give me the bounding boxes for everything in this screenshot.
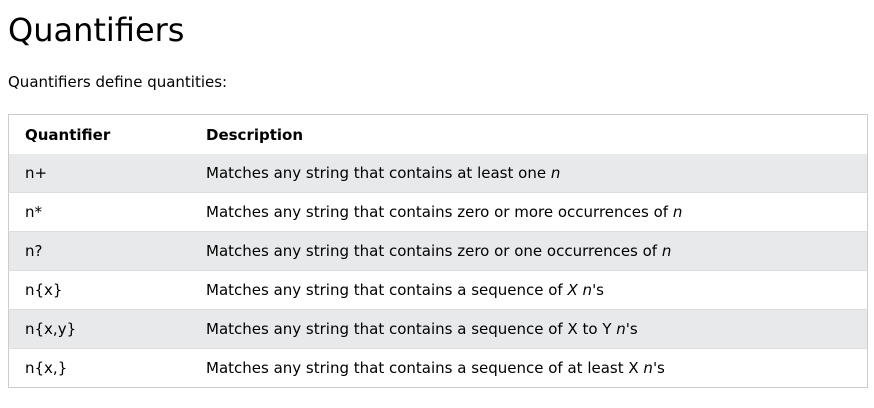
table-row: n{x} Matches any string that contains a … [8, 270, 868, 310]
description-cell: Matches any string that contains a seque… [190, 271, 868, 310]
quantifier-cell: n{x,y} [25, 320, 77, 338]
header-description: Description [206, 125, 304, 144]
description-suffix: 's [625, 320, 638, 338]
table-row: n+ Matches any string that contains at l… [8, 154, 868, 193]
description-suffix: 's [652, 359, 665, 377]
description-variable: n [616, 320, 626, 338]
quantifier-cell: n? [25, 242, 43, 260]
header-quantifier: Quantifier [25, 125, 111, 144]
description-cell: Matches any string that contains a seque… [190, 310, 868, 349]
description-text: Matches any string that contains zero or… [206, 203, 673, 221]
description-text: Matches any string that contains a seque… [206, 320, 617, 338]
quantifier-cell: n+ [25, 164, 48, 182]
description-cell: Matches any string that contains zero or… [190, 232, 868, 271]
page-title: Quantifiers [8, 11, 185, 49]
quantifier-cell: n{x} [25, 281, 63, 299]
description-suffix: 's [592, 281, 605, 299]
description-variable: n [661, 242, 672, 260]
quantifier-cell: n{x,} [25, 359, 68, 377]
table-row: n* Matches any string that contains zero… [8, 192, 868, 232]
quantifiers-table: Quantifier Description n+ Matches any st… [8, 114, 868, 388]
description-text: Matches any string that contains a seque… [206, 359, 644, 377]
description-cell: Matches any string that contains at leas… [190, 154, 868, 193]
quantifier-cell: n* [25, 203, 43, 221]
table-header-row: Quantifier Description [9, 115, 868, 155]
description-variable: n [672, 203, 683, 221]
description-variable: n [582, 281, 593, 299]
intro-text: Quantifiers define quantities: [8, 73, 228, 91]
description-cell: Matches any string that contains zero or… [190, 193, 868, 232]
description-variable: n [550, 164, 561, 182]
description-cell: Matches any string that contains a seque… [190, 349, 868, 388]
table-row: n? Matches any string that contains zero… [8, 231, 868, 271]
description-text: Matches any string that contains a seque… [206, 281, 568, 299]
description-text: Matches any string that contains at leas… [206, 164, 551, 182]
description-variable: n [643, 359, 653, 377]
table-row: n{x,} Matches any string that contains a… [8, 348, 868, 388]
table-row: n{x,y} Matches any string that contains … [8, 309, 868, 349]
description-text: Matches any string that contains zero or… [206, 242, 662, 260]
description-variable-x: X [567, 281, 578, 299]
